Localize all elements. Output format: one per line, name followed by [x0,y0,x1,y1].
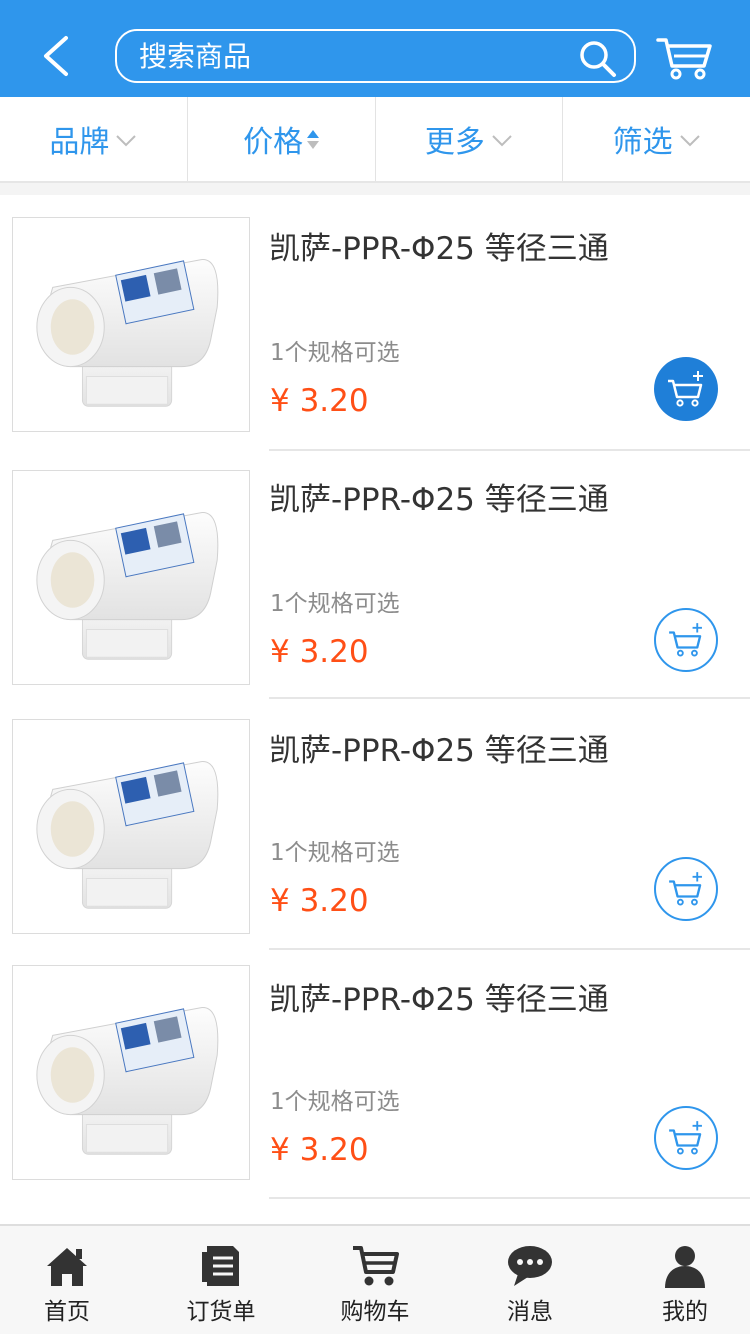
bottom-tab-bar: 首页 订货单 购物车 消息 我的 [0,1224,750,1334]
filter-label: 更多 [424,125,485,160]
chevron-down-icon [116,135,137,147]
tab-me[interactable]: 我的 [625,1226,745,1334]
filter-brand[interactable]: 品牌 [0,97,188,181]
product-spec: 1个规格可选 [270,840,400,866]
search-placeholder: 搜索商品 [139,40,252,73]
tab-label: 订货单 [186,1299,256,1325]
sort-icon [307,129,320,149]
filter-screen[interactable]: 筛选 [563,97,750,181]
add-to-cart-icon [669,872,702,906]
section-gap [0,183,750,195]
product-price: ¥ 3.20 [270,634,369,670]
filter-label: 品牌 [49,125,110,160]
tab-messages[interactable]: 消息 [470,1226,590,1334]
product-image[interactable] [12,470,250,685]
product-name[interactable]: 凯萨-PPR-Φ25 等径三通 [269,725,609,770]
back-arrow-icon[interactable] [38,34,78,78]
cart-icon [353,1246,399,1286]
add-to-cart-button[interactable] [654,608,718,672]
filter-price[interactable]: 价格 [188,97,376,181]
search-icon[interactable] [578,39,618,79]
product-item[interactable]: 凯萨-PPR-Φ25 等径三通 1个规格可选 ¥ 3.20 [0,697,750,950]
product-name[interactable]: 凯萨-PPR-Φ25 等径三通 [269,474,609,519]
product-spec: 1个规格可选 [270,591,400,617]
filter-label: 价格 [243,125,304,160]
tab-label: 购物车 [340,1299,410,1325]
filter-label: 筛选 [612,125,673,160]
product-item[interactable]: 凯萨-PPR-Φ25 等径三通 1个规格可选 ¥ 3.20 [0,448,750,699]
product-item[interactable]: 凯萨-PPR-Φ25 等径三通 1个规格可选 ¥ 3.20 [0,195,750,451]
filter-bar: 品牌 价格 更多 筛选 [0,97,750,183]
message-icon [508,1246,552,1286]
add-to-cart-button[interactable] [654,357,718,421]
tab-cart[interactable]: 购物车 [315,1226,435,1334]
tab-label: 首页 [44,1299,90,1325]
product-price: ¥ 3.20 [270,383,369,419]
product-price: ¥ 3.20 [270,883,369,919]
top-bar: 搜索商品 [0,0,750,97]
add-to-cart-icon [669,1121,702,1155]
tab-label: 消息 [507,1299,553,1325]
product-image[interactable] [12,719,250,934]
add-to-cart-icon [668,371,703,407]
add-to-cart-button[interactable] [654,857,718,921]
divider [269,1197,750,1199]
product-item[interactable]: 凯萨-PPR-Φ25 等径三通 1个规格可选 ¥ 3.20 [0,946,750,1199]
tab-home[interactable]: 首页 [7,1226,127,1334]
tab-orders[interactable]: 订货单 [161,1226,281,1334]
search-input[interactable]: 搜索商品 [115,29,636,83]
home-icon [47,1248,87,1286]
product-image[interactable] [12,217,250,432]
add-to-cart-button[interactable] [654,1106,718,1170]
user-icon [665,1246,705,1288]
order-list-icon [202,1246,239,1286]
tab-label: 我的 [662,1299,708,1325]
product-image[interactable] [12,965,250,1180]
product-name[interactable]: 凯萨-PPR-Φ25 等径三通 [269,223,609,268]
product-price: ¥ 3.20 [270,1132,369,1168]
chevron-down-icon [679,135,700,147]
cart-icon[interactable] [656,36,712,80]
product-name[interactable]: 凯萨-PPR-Φ25 等径三通 [269,974,609,1019]
chevron-down-icon [492,135,512,147]
product-spec: 1个规格可选 [270,340,400,366]
add-to-cart-icon [669,623,702,657]
filter-more[interactable]: 更多 [376,97,564,181]
product-spec: 1个规格可选 [270,1089,400,1115]
